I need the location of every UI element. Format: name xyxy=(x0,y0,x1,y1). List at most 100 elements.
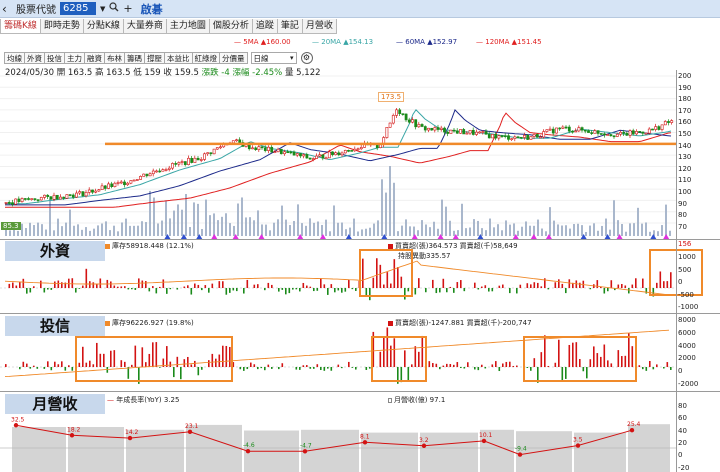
flow-bar xyxy=(159,286,161,288)
yoy-label: 18.2 xyxy=(67,426,81,433)
yoy-label: -9.4 xyxy=(515,446,527,453)
flow-bar xyxy=(33,286,35,288)
flow-bar xyxy=(526,283,529,288)
flow-bar xyxy=(607,288,609,292)
candle-body xyxy=(481,131,485,133)
add-icon[interactable]: + xyxy=(123,2,132,15)
volume-bar xyxy=(225,213,227,236)
chevron-down-icon[interactable]: ▼ xyxy=(100,5,105,13)
volume-bar xyxy=(217,220,219,236)
toggle-bollinger[interactable]: 布林 xyxy=(104,52,125,64)
toggle-pe[interactable]: 本益比 xyxy=(164,52,193,64)
volume-bar xyxy=(517,230,519,236)
flow-bar xyxy=(61,361,63,367)
flow-bar xyxy=(71,278,74,288)
candle-body xyxy=(251,147,254,150)
revenue-bar xyxy=(68,427,124,472)
candle-body xyxy=(97,189,101,192)
stock-code-input[interactable]: 6285 xyxy=(60,2,96,15)
volume-bar xyxy=(345,229,347,236)
tab-main-force-map[interactable]: 主力地圖 xyxy=(165,19,210,34)
candle-body xyxy=(670,120,674,123)
revenue-chart[interactable]: 32.5 18.2 14.2 23.1 -4.6 -4.7 8.1 3.2 10.1 -9.4 3.… xyxy=(0,392,676,472)
candle-body xyxy=(20,198,24,202)
axis-tick-label: 150 xyxy=(678,130,692,138)
candle-body xyxy=(593,130,597,134)
candle-body xyxy=(404,113,408,121)
candle-body xyxy=(657,126,661,130)
volume-bar xyxy=(69,209,71,236)
candle-body xyxy=(388,122,392,128)
volume-bar xyxy=(457,230,459,236)
flow-bar xyxy=(498,285,501,288)
tab-track[interactable]: 追蹤 xyxy=(251,19,278,34)
flow-bar xyxy=(306,285,308,288)
volume-bar xyxy=(37,222,39,236)
tab-chip-kline[interactable]: 籌碼K線 xyxy=(0,19,41,34)
tab-monthly-revenue[interactable]: 月營收 xyxy=(301,19,337,34)
toggle-margin[interactable]: 融資 xyxy=(84,52,105,64)
yoy-point xyxy=(421,443,427,448)
flow-bar xyxy=(113,350,116,367)
search-icon[interactable] xyxy=(109,2,119,15)
toggle-main-force[interactable]: 主力 xyxy=(64,52,85,64)
flow-bar xyxy=(82,285,84,288)
flow-bar xyxy=(369,288,371,301)
toggle-trust[interactable]: 投信 xyxy=(44,52,65,64)
revenue-bar xyxy=(12,427,66,472)
volume-bar xyxy=(369,227,371,236)
volume-bar xyxy=(465,228,467,236)
flow-bar xyxy=(267,282,270,288)
toggle-foreign[interactable]: 外資 xyxy=(24,52,45,64)
toggle-traffic-light[interactable]: 紅綠燈 xyxy=(191,52,220,64)
toggle-volume-profile[interactable]: 分價量 xyxy=(219,52,248,64)
tab-notes[interactable]: 筆記 xyxy=(276,19,303,34)
flow-bar xyxy=(400,276,403,288)
period-select[interactable]: 日線 xyxy=(250,52,297,64)
volume-bar xyxy=(625,231,627,236)
flow-bar xyxy=(463,288,466,292)
candle-body xyxy=(334,152,338,156)
volume-bar xyxy=(641,223,643,236)
volume-bar xyxy=(229,223,231,236)
volume-bar xyxy=(249,217,251,236)
tab-broker-kline[interactable]: 分點K線 xyxy=(82,19,124,34)
toggle-ma[interactable]: 均線 xyxy=(4,52,25,64)
flow-bar xyxy=(649,361,651,367)
volume-bar xyxy=(137,225,139,236)
candle-body xyxy=(497,135,501,139)
volume-bar xyxy=(265,224,267,236)
flow-bar xyxy=(533,282,536,288)
volume-bar xyxy=(197,203,199,236)
flow-bar xyxy=(589,359,592,367)
flow-bar xyxy=(593,346,595,367)
foreign-chart[interactable] xyxy=(0,241,703,311)
flow-bar xyxy=(383,284,385,288)
volume-bar xyxy=(605,218,607,236)
flow-bar xyxy=(155,288,158,294)
candle-body xyxy=(270,146,274,153)
volume-bar xyxy=(313,222,315,236)
gear-icon[interactable]: ⚙ xyxy=(300,52,313,64)
axis-tick-label: 120 xyxy=(678,164,692,173)
volume-bar xyxy=(513,223,515,236)
tab-major-brokers[interactable]: 大量券商 xyxy=(122,19,167,34)
toggle-chips[interactable]: 籌碼 xyxy=(124,52,145,64)
candle-body xyxy=(75,192,78,198)
volume-bar xyxy=(461,203,463,236)
flow-bar xyxy=(379,264,382,288)
candle-body xyxy=(619,131,622,135)
flow-bar xyxy=(355,288,357,291)
candle-body xyxy=(33,198,37,200)
back-icon[interactable]: ‹ xyxy=(2,2,12,16)
volume-bar xyxy=(497,224,499,236)
toggle-support-resistance[interactable]: 撐壓 xyxy=(144,52,165,64)
tab-realtime[interactable]: 即時走勢 xyxy=(39,19,84,34)
flow-bar xyxy=(78,288,81,289)
flow-bar xyxy=(96,342,98,367)
price-chart[interactable] xyxy=(0,75,676,239)
axis-divider xyxy=(676,70,677,472)
tab-stock-analysis[interactable]: 個股分析 xyxy=(208,19,253,34)
trust-chart[interactable] xyxy=(0,315,676,389)
volume-bar xyxy=(449,220,451,236)
